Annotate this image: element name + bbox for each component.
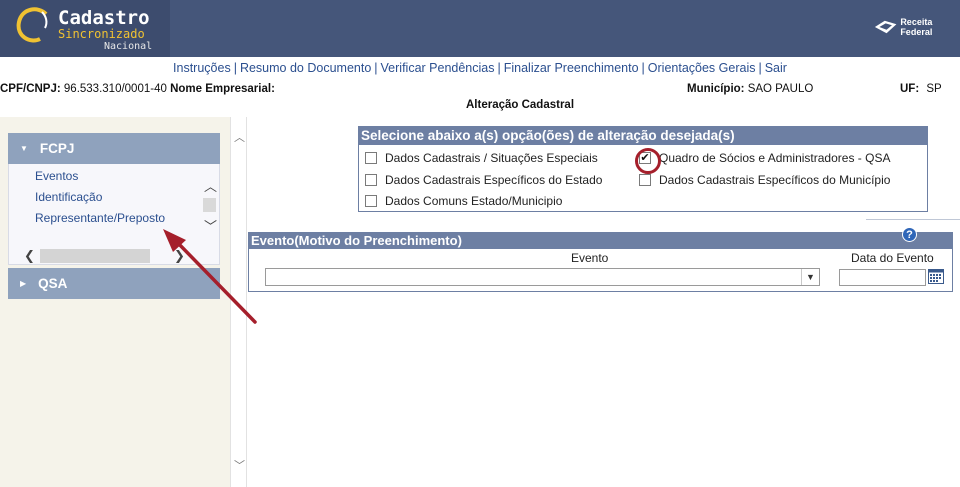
nav-separator: | — [374, 61, 378, 75]
sidebar-item-representante-preposto[interactable]: Representante/Preposto — [35, 211, 165, 225]
option-label: Dados Cadastrais / Situações Especiais — [385, 151, 598, 165]
top-navigation: Instruções | Resumo do Documento | Verificar… — [0, 61, 960, 75]
cpf-cnpj-value: 96.533.310/0001-40 — [63, 83, 167, 95]
option-label: Dados Cadastrais Específicos do Municípi… — [659, 173, 891, 187]
checkbox[interactable] — [365, 195, 377, 207]
scrollbar-thumb[interactable] — [203, 198, 216, 212]
nav-separator: | — [233, 61, 237, 75]
checkbox[interactable] — [639, 174, 651, 186]
logo-subtitle: Sincronizado — [58, 27, 145, 41]
chevron-right-icon[interactable]: ❯ — [174, 249, 185, 262]
logo: Cadastro Sincronizado Nacional — [0, 0, 170, 57]
municipio-value: SAO PAULO — [747, 83, 814, 95]
triangle-right-icon: ▶ — [20, 279, 27, 288]
uf-value: SP — [926, 83, 942, 95]
chevron-left-icon[interactable]: ❮ — [24, 249, 35, 262]
logo-nacional: Nacional — [104, 41, 153, 52]
option-dados-municipio[interactable]: Dados Cadastrais Específicos do Municípi… — [639, 173, 890, 187]
sidebar-item-identificacao[interactable]: Identificação — [35, 190, 102, 204]
help-icon[interactable]: ? — [902, 227, 917, 242]
option-dados-comuns[interactable]: Dados Comuns Estado/Municipio — [365, 194, 562, 208]
evento-label: Evento — [571, 251, 609, 265]
fcpj-horizontal-scrollbar[interactable]: ❮ ❯ — [20, 248, 198, 264]
checkbox-checked[interactable]: ✔ — [635, 148, 661, 174]
sidebar-section-fcpj[interactable]: ▼ FCPJ — [8, 133, 220, 164]
chevron-down-icon[interactable]: ﹀ — [234, 457, 245, 473]
receita-emblem-icon — [874, 20, 897, 34]
chevron-up-icon[interactable]: ︿ — [234, 129, 245, 145]
sidebar-section-label: QSA — [38, 276, 68, 291]
nav-verificar-pendencias[interactable]: Verificar Pendências — [381, 61, 495, 75]
nav-separator: | — [497, 61, 501, 75]
app-header: Cadastro Sincronizado Nacional Receita F… — [0, 0, 960, 57]
chevron-up-icon[interactable]: ︿ — [204, 180, 217, 193]
nav-separator: | — [641, 61, 645, 75]
option-label: Quadro de Sócios e Administradores - QSA — [659, 151, 891, 165]
page-subtitle: Alteração Cadastral — [466, 99, 575, 111]
uf-label: UF: — [900, 83, 920, 95]
nav-separator: | — [758, 61, 762, 75]
receita-label: Receita Federal — [900, 17, 933, 37]
municipio-label: Município: — [687, 83, 745, 95]
receita-federal-logo: Receita Federal — [874, 17, 960, 37]
evento-select[interactable]: ▼ — [265, 268, 820, 286]
uf-info: UF: SP — [900, 83, 942, 95]
evento-title: Evento(Motivo do Preenchimento) — [249, 233, 952, 249]
nav-instrucoes[interactable]: Instruções — [173, 61, 231, 75]
nav-sair[interactable]: Sair — [765, 61, 787, 75]
divider — [866, 219, 960, 220]
sidebar-section-qsa[interactable]: ▶ QSA — [8, 268, 220, 299]
fcpj-vertical-scrollbar[interactable]: ︿ ﹀ — [201, 180, 218, 240]
logo-swirl-icon — [16, 7, 48, 43]
nav-orientacoes-gerais[interactable]: Orientações Gerais — [648, 61, 756, 75]
sidebar-splitter-scrollbar[interactable]: ︿ ﹀ — [230, 117, 247, 487]
data-evento-input[interactable] — [839, 269, 926, 286]
checkbox[interactable] — [365, 174, 377, 186]
chevron-down-icon[interactable]: ▼ — [801, 269, 819, 285]
scrollbar-thumb[interactable] — [40, 249, 150, 263]
option-label: Dados Comuns Estado/Municipio — [385, 194, 563, 208]
option-label: Dados Cadastrais Específicos do Estado — [385, 173, 603, 187]
calendar-icon[interactable] — [928, 269, 944, 284]
option-dados-estado[interactable]: Dados Cadastrais Específicos do Estado — [365, 173, 602, 187]
nome-empresarial-label: Nome Empresarial: — [170, 83, 275, 95]
sidebar-section-label: FCPJ — [39, 141, 75, 156]
nav-resumo-documento[interactable]: Resumo do Documento — [240, 61, 371, 75]
triangle-down-icon: ▼ — [20, 144, 28, 153]
logo-title: Cadastro — [58, 7, 150, 29]
option-dados-cadastrais-situacoes[interactable]: Dados Cadastrais / Situações Especiais — [365, 151, 598, 165]
municipio-info: Município: SAO PAULO — [687, 83, 813, 95]
nav-finalizar-preenchimento[interactable]: Finalizar Preenchimento — [504, 61, 639, 75]
options-title: Selecione abaixo a(s) opção(ões) de alte… — [359, 127, 927, 145]
cpf-cnpj-label: CPF/CNPJ: — [0, 83, 61, 95]
sidebar-item-eventos[interactable]: Eventos — [35, 169, 78, 183]
data-evento-label: Data do Evento — [851, 251, 934, 265]
checkbox[interactable] — [365, 152, 377, 164]
option-qsa[interactable]: ✔ Quadro de Sócios e Administradores - Q… — [635, 148, 891, 174]
checkmark-icon: ✔ — [640, 151, 650, 164]
chevron-down-icon[interactable]: ﹀ — [204, 220, 217, 233]
cpf-cnpj-info: CPF/CNPJ: 96.533.310/0001-40 Nome Empres… — [0, 83, 275, 95]
